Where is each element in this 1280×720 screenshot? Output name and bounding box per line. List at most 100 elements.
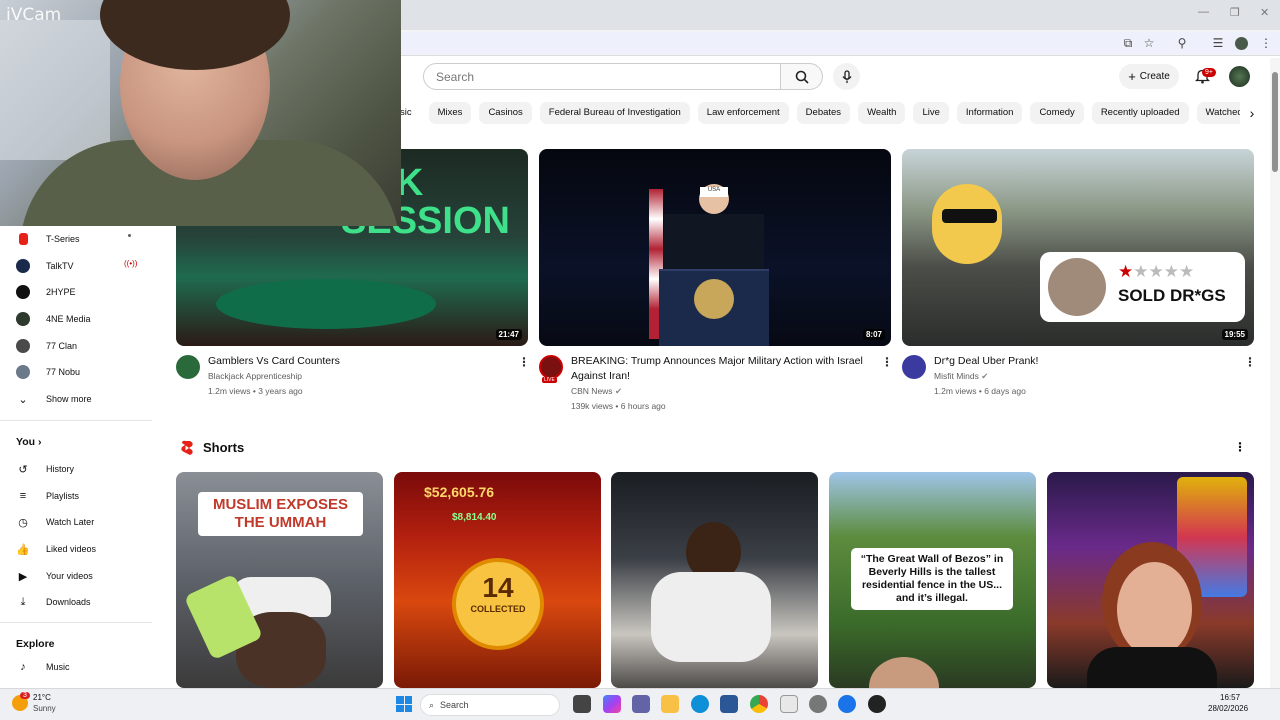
channel-name[interactable]: CBN News ✔	[571, 386, 622, 397]
video-title[interactable]: Gamblers Vs Card Counters	[208, 354, 508, 369]
jackpot-value: $8,814.40	[452, 512, 497, 523]
live-badge: LIVE	[542, 377, 557, 383]
sidebar-item-channel[interactable]: 2HYPE	[14, 281, 76, 303]
file-explorer-icon[interactable]	[661, 695, 679, 713]
person-face	[1117, 562, 1192, 657]
chevron-right-icon[interactable]: ›	[1242, 103, 1262, 123]
video-meta: 1.2m views • 3 years ago	[208, 386, 303, 396]
close-icon[interactable]: ✕	[1260, 6, 1269, 19]
channel-avatar	[16, 312, 30, 326]
chip[interactable]: Wealth	[858, 102, 906, 124]
scrollbar-thumb[interactable]	[1272, 72, 1278, 172]
overlay-text: SOLD DR*GS	[1118, 286, 1226, 305]
verified-icon: ✔	[981, 371, 989, 381]
channel-name[interactable]: Misfit Minds ✔	[934, 371, 988, 382]
chip[interactable]: Mixes	[428, 102, 472, 124]
thumbs-up-icon: 👍	[16, 543, 30, 556]
taskbar-search[interactable]: ⌕ Search	[420, 694, 560, 716]
sidebar-item-liked-videos[interactable]: 👍 Liked videos	[14, 538, 96, 560]
chip[interactable]: Federal Bureau of Investigation	[539, 102, 690, 124]
chip[interactable]: Watched	[1196, 102, 1240, 124]
sidebar-item-music[interactable]: ♪ Music	[14, 656, 69, 678]
chrome-icon[interactable]	[750, 695, 768, 713]
chip[interactable]: Casinos	[479, 102, 532, 124]
sidebar-item-channel[interactable]: TalkTV ((•))	[14, 255, 137, 277]
video-title[interactable]: BREAKING: Trump Announces Major Military…	[571, 354, 871, 384]
app-icon[interactable]	[838, 695, 856, 713]
cast-icon[interactable]: ⧉	[1120, 35, 1136, 51]
coin: 14 COLLECTED	[452, 558, 544, 650]
short-thumbnail[interactable]: $52,605.76 $8,814.40 14 COLLECTED	[394, 472, 601, 688]
sidebar-item-watch-later[interactable]: ◷ Watch Later	[14, 511, 94, 533]
sidebar-item-channel[interactable]: 4NE Media	[14, 308, 91, 330]
profile-icon[interactable]	[1233, 35, 1249, 51]
copilot-icon[interactable]	[603, 695, 621, 713]
more-options-icon[interactable]: ⋮	[881, 355, 893, 369]
black-top	[1087, 647, 1217, 688]
store-icon[interactable]	[720, 695, 738, 713]
sidebar-item-playlists[interactable]: ≡ Playlists	[14, 485, 79, 507]
app-icon[interactable]	[868, 695, 886, 713]
more-options-icon[interactable]: ⋮	[518, 355, 530, 369]
sidebar-item-channel[interactable]: T-Series	[14, 228, 131, 250]
more-options-icon[interactable]: ⋮	[1244, 355, 1256, 369]
chip[interactable]: Comedy	[1030, 102, 1084, 124]
menu-icon[interactable]: ⋮	[1258, 35, 1274, 51]
account-avatar[interactable]	[1229, 66, 1250, 87]
search-icon	[795, 70, 809, 84]
create-label: Create	[1139, 71, 1170, 82]
channel-avatar	[18, 233, 28, 245]
sidebar-item-your-videos[interactable]: ▶ Your videos	[14, 565, 93, 587]
you-section-header[interactable]: You ›	[16, 436, 41, 448]
more-options-icon[interactable]: ⋮	[1234, 440, 1246, 454]
chip[interactable]: Law enforcement	[697, 102, 789, 124]
download-icon: ⤓	[20, 595, 26, 608]
minimize-icon[interactable]: —	[1198, 6, 1209, 18]
chip[interactable]: Debates	[796, 102, 851, 124]
edge-icon[interactable]	[691, 695, 709, 713]
history-icon: ↺	[18, 463, 28, 476]
restore-icon[interactable]: ❐	[1230, 6, 1240, 19]
overlay-card: ★★★★★ SOLD DR*GS	[1040, 252, 1245, 322]
reading-list-icon[interactable]: ☰	[1210, 35, 1226, 51]
video-thumbnail[interactable]: ★★★★★ SOLD DR*GS 19:55	[902, 149, 1254, 346]
chip[interactable]: Live	[913, 102, 949, 124]
sidebar-item-history[interactable]: ↺ History	[14, 458, 74, 480]
search-button[interactable]	[781, 63, 823, 90]
settings-icon[interactable]	[809, 695, 827, 713]
extensions-icon[interactable]: ⚲	[1174, 35, 1190, 51]
channel-avatar[interactable]	[176, 355, 200, 379]
create-button[interactable]: + Create	[1119, 64, 1179, 89]
divider	[0, 622, 152, 623]
video-thumbnail[interactable]: USA 8:07	[539, 149, 891, 346]
voice-search-button[interactable]	[833, 63, 860, 90]
search-input[interactable]: Search	[423, 63, 781, 90]
short-thumbnail[interactable]: MUSLIM EXPOSES THE UMMAH	[176, 472, 383, 688]
channel-name[interactable]: Blackjack Apprenticeship	[208, 371, 302, 381]
chip[interactable]: Recently uploaded	[1091, 102, 1189, 124]
bookmark-star-icon[interactable]: ☆	[1141, 35, 1157, 51]
sidebar-item-downloads[interactable]: ⤓ Downloads	[14, 591, 91, 613]
short-caption: MUSLIM EXPOSES THE UMMAH	[198, 492, 363, 536]
short-thumbnail[interactable]: “The Great Wall of Bezos” in Beverly Hil…	[829, 472, 1036, 688]
chip[interactable]: sic	[400, 102, 421, 124]
white-shirt	[651, 572, 771, 662]
channel-avatar[interactable]: LIVE	[539, 355, 563, 383]
teams-icon[interactable]	[632, 695, 650, 713]
video-title[interactable]: Dr*g Deal Uber Prank!	[934, 354, 1234, 369]
show-more-button[interactable]: ⌄ Show more	[14, 388, 91, 410]
short-thumbnail[interactable]	[1047, 472, 1254, 688]
video-meta: 1.2m views • 6 days ago	[934, 386, 1026, 396]
calculator-icon[interactable]	[780, 695, 798, 713]
sidebar-item-channel[interactable]: 77 Nobu	[14, 361, 80, 383]
short-thumbnail[interactable]	[611, 472, 818, 688]
windows-start-icon[interactable]	[396, 696, 412, 712]
sidebar-item-channel[interactable]: 77 Clan	[14, 335, 77, 357]
free-spins-count: 14	[482, 572, 514, 603]
channel-avatar[interactable]	[902, 355, 926, 379]
scrollbar[interactable]	[1270, 58, 1280, 688]
chip[interactable]: Information	[956, 102, 1023, 124]
webcam-label: iVCam	[6, 5, 62, 25]
weather-temp: 21°C	[33, 693, 51, 702]
task-view-icon[interactable]	[573, 695, 591, 713]
